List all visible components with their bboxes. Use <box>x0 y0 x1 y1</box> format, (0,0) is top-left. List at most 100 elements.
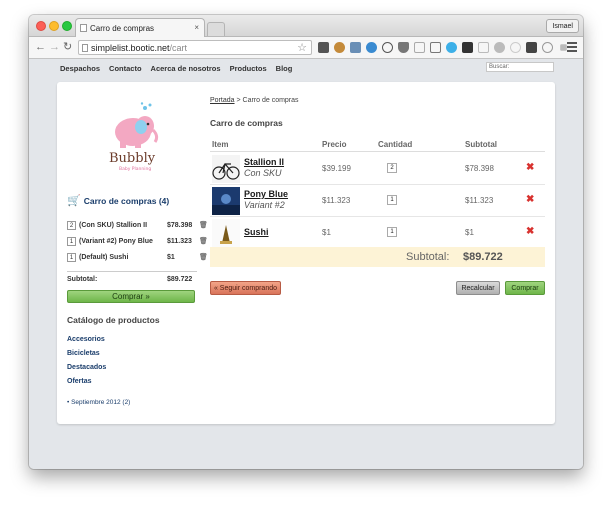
nav-link-despachos[interactable]: Despachos <box>60 64 100 73</box>
mini-cart-label[interactable]: (Variant #2) Pony Blue <box>79 238 153 245</box>
remove-item-icon[interactable]: ✖ <box>526 194 534 205</box>
remove-item-icon[interactable]: ✖ <box>526 226 534 237</box>
sidebar-checkout-button[interactable]: Comprar » <box>67 290 195 303</box>
archive-link[interactable]: • Septiembre 2012 (2) <box>67 399 130 406</box>
extension-swirl-icon[interactable] <box>510 42 521 53</box>
trash-icon[interactable]: 🗑 <box>199 253 208 261</box>
archive-link-text: Septiembre 2012 (2) <box>71 399 131 406</box>
product-thumbnail-sushi[interactable] <box>212 219 240 247</box>
mini-cart-item: 2 (Con SKU) Stallion II $78.398 🗑 <box>67 221 208 233</box>
logo-wordmark: Bubbly <box>109 151 156 166</box>
trash-icon[interactable]: 🗑 <box>199 237 208 245</box>
new-tab-button[interactable] <box>207 22 225 36</box>
extension-dark-icon[interactable] <box>526 42 537 53</box>
mini-cart-price: $1 <box>167 254 175 261</box>
mini-cart-title[interactable]: 🛒 Carro de compras (4) <box>67 194 169 207</box>
remove-item-icon[interactable]: ✖ <box>526 162 534 173</box>
page-icon <box>80 24 87 32</box>
extension-shield-icon[interactable] <box>398 42 409 53</box>
extension-eyedropper-icon[interactable] <box>318 42 329 53</box>
site-top-nav: Despachos Contacto Acerca de nosotros Produ… <box>60 64 301 73</box>
extension-tree-icon[interactable] <box>478 42 489 53</box>
category-link-destacados[interactable]: Destacados <box>67 364 106 371</box>
product-subtotal: $78.398 <box>465 164 494 173</box>
product-thumbnail-pony[interactable] <box>212 187 240 215</box>
product-name-link[interactable]: Sushi <box>244 227 269 237</box>
page-title: Carro de compras <box>210 118 283 128</box>
mini-subtotal-value: $89.722 <box>167 276 193 283</box>
cart-table-header: Item Precio Cantidad Subtotal <box>210 138 545 152</box>
continue-shopping-button[interactable]: « Seguir comprando <box>210 281 281 295</box>
profile-button[interactable]: Ismael <box>546 19 579 33</box>
category-link-bicicletas[interactable]: Bicicletas <box>67 350 100 357</box>
extension-window-icon[interactable] <box>350 42 361 53</box>
extension-circle-icon[interactable] <box>542 42 553 53</box>
mini-cart-title-text: Carro de compras (4) <box>83 196 170 206</box>
extension-person-icon[interactable] <box>334 42 345 53</box>
browser-tab[interactable]: Carro de compras × <box>75 18 205 37</box>
product-price: $1 <box>322 228 331 237</box>
checkout-button[interactable]: Comprar <box>505 281 545 295</box>
extension-grey-icon[interactable] <box>494 42 505 53</box>
nav-link-contacto[interactable]: Contacto <box>109 64 142 73</box>
mini-cart-qty: 1 <box>67 253 76 262</box>
reload-icon[interactable]: ↻ <box>63 41 72 53</box>
page-viewport: Despachos Contacto Acerca de nosotros Produ… <box>29 60 583 469</box>
col-subtotal: Subtotal <box>465 140 497 149</box>
mini-cart-qty: 2 <box>67 221 76 230</box>
category-link-ofertas[interactable]: Ofertas <box>67 378 92 385</box>
nav-link-productos[interactable]: Productos <box>230 64 267 73</box>
extension-x-icon[interactable] <box>462 42 473 53</box>
zoom-window-button[interactable] <box>62 21 72 31</box>
breadcrumb-current: Carro de compras <box>242 97 299 104</box>
extension-globe-icon[interactable] <box>366 42 377 53</box>
col-item: Item <box>212 140 229 149</box>
breadcrumb-home-link[interactable]: Portada <box>210 97 235 104</box>
quantity-input[interactable]: 2 <box>387 163 397 173</box>
table-row: Sushi $1 1 $1 ✖ <box>210 217 545 249</box>
quantity-input[interactable]: 1 <box>387 227 397 237</box>
mini-cart-price: $11.323 <box>167 238 192 245</box>
cart-icon: 🛒 <box>67 195 81 207</box>
recalculate-button[interactable]: Recalcular <box>456 281 500 295</box>
page-icon <box>82 44 88 52</box>
quantity-input[interactable]: 1 <box>387 195 397 205</box>
close-window-button[interactable] <box>36 21 46 31</box>
address-bar[interactable]: simplelist.bootic.net/cart ☆ <box>78 40 312 55</box>
product-thumbnail-bicycle[interactable] <box>212 155 240 183</box>
extension-screen-icon[interactable] <box>430 42 441 53</box>
product-name-link[interactable]: Pony Blue <box>244 189 288 199</box>
bookmark-star-icon[interactable]: ☆ <box>297 41 307 54</box>
search-input[interactable]: Buscar: <box>486 62 554 72</box>
trash-icon[interactable]: 🗑 <box>199 221 208 229</box>
mini-cart-price: $78.398 <box>167 222 193 229</box>
mini-cart-subtotal: Subtotal: $89.722 <box>67 271 197 283</box>
product-name-link[interactable]: Stallion II <box>244 157 284 167</box>
bubbly-logo[interactable]: Bubbly Baby Planning <box>105 102 165 182</box>
browser-toolbar: ← → ↻ simplelist.bootic.net/cart ☆ <box>29 37 583 59</box>
extension-bookmark-icon[interactable] <box>414 42 425 53</box>
category-link-accesorios[interactable]: Accesorios <box>67 336 105 343</box>
browser-menu-icon[interactable] <box>567 42 577 53</box>
mini-cart-label[interactable]: (Con SKU) Stallion II <box>79 222 147 229</box>
content-card: Bubbly Baby Planning 🛒 Carro de compras (… <box>57 82 555 424</box>
forward-arrow-icon[interactable]: → <box>49 41 60 53</box>
mini-cart-label[interactable]: (Default) Sushi <box>79 254 128 261</box>
tab-close-icon[interactable]: × <box>194 23 199 32</box>
back-arrow-icon[interactable]: ← <box>35 41 46 53</box>
product-price: $39.199 <box>322 164 351 173</box>
extension-blue-icon[interactable] <box>446 42 457 53</box>
table-row: Stallion II Con SKU $39.199 2 $78.398 ✖ <box>210 153 545 185</box>
url-text: simplelist.bootic.net/cart <box>91 43 187 53</box>
extension-plus-icon[interactable] <box>560 44 567 51</box>
nav-link-blog[interactable]: Blog <box>276 64 293 73</box>
product-price: $11.323 <box>322 196 351 205</box>
extension-info-icon[interactable] <box>382 42 393 53</box>
cart-subtotal-bar: Subtotal: $89.722 <box>210 247 545 267</box>
nav-link-acerca[interactable]: Acerca de nosotros <box>151 64 221 73</box>
url-host: simplelist.bootic.net <box>91 43 170 53</box>
breadcrumb-separator: > <box>234 97 243 104</box>
minimize-window-button[interactable] <box>49 21 59 31</box>
product-variant: Con SKU <box>244 168 282 178</box>
catalog-heading: Catálogo de productos <box>67 315 160 325</box>
